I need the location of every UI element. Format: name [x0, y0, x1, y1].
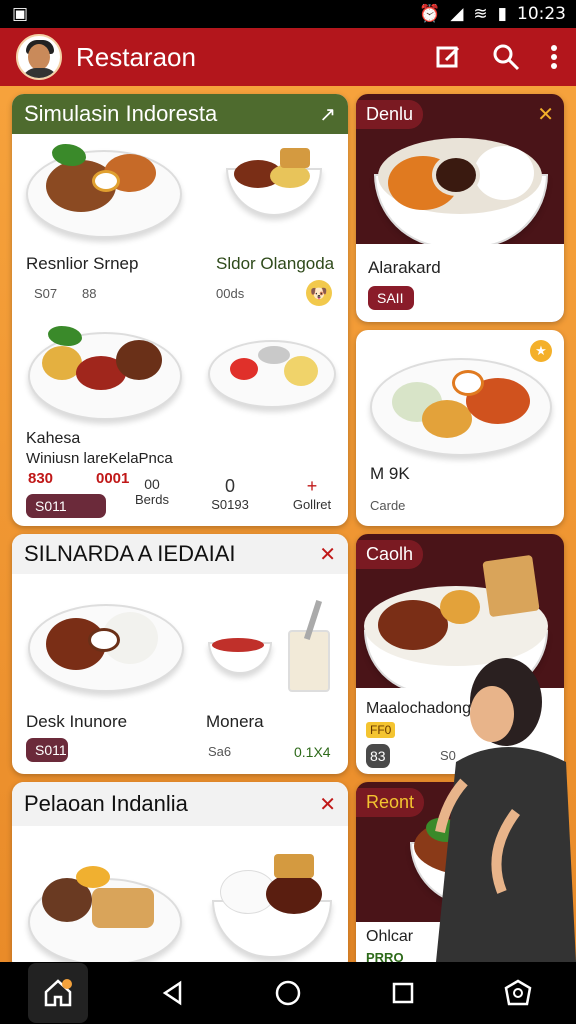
back-button[interactable] [143, 963, 203, 1023]
home-button[interactable] [27, 963, 88, 1023]
app-title: Restaraon [76, 41, 196, 72]
item-label: Winiusn lareKelaPnca [26, 450, 173, 467]
action-berds[interactable]: 00 Berds [132, 476, 172, 507]
bottom-navigation [0, 962, 576, 1024]
gallery-notification-icon: ▣ [12, 4, 29, 24]
item-name[interactable]: Ohlcar [366, 928, 413, 946]
circle-home-icon [275, 980, 301, 1006]
signal-icon: ◢ [450, 4, 464, 24]
item-sub: Sa6 [208, 744, 232, 759]
item-sub: PRRO [366, 950, 404, 962]
price-pill[interactable]: SAII [368, 286, 414, 310]
close-icon[interactable]: ✕ [319, 792, 336, 817]
spring-roll-image [482, 554, 540, 618]
alarm-icon: ⏰ [419, 4, 441, 24]
item-price: 0001 [96, 470, 130, 487]
wifi-icon: ≋ [473, 4, 488, 24]
app-bar: Restaraon [0, 28, 576, 86]
assistant-button[interactable] [488, 963, 548, 1023]
price-pill[interactable]: S011 [26, 494, 106, 518]
item-price: 830 [28, 470, 54, 487]
item-name[interactable]: Alarakard [368, 258, 441, 278]
card-title: Simulasin Indoresta [24, 101, 218, 126]
card-header: Simulasin Indoresta ↗ [12, 94, 348, 134]
item-name[interactable]: Sldor Olangoda [216, 254, 334, 274]
assistant-icon [504, 979, 532, 1006]
item-name[interactable]: Resnlior Srnep [26, 254, 138, 274]
recents-button[interactable] [373, 963, 433, 1023]
more-vert-icon[interactable] [550, 44, 558, 70]
star-badge-icon[interactable]: ★ [530, 340, 552, 362]
status-bar: ▣ ⏰ ◢ ≋ ▮ 10:23 [0, 0, 576, 28]
card-tag: Caolh [356, 540, 424, 569]
card-header: Pelaoan Indanlia ✕ [12, 782, 348, 826]
close-icon[interactable]: ✕ [319, 542, 336, 567]
recents-icon [392, 982, 414, 1004]
status-time: 10:23 [517, 4, 566, 24]
home-circle-button[interactable] [258, 963, 318, 1023]
content-grid: Simulasin Indoresta ↗ Resnlior Srnep S07… [0, 86, 576, 962]
battery-icon: ▮ [497, 4, 507, 24]
card-pelaoan[interactable]: Pelaoan Indanlia ✕ [12, 782, 348, 962]
card-title: SILNARDA A IEDAIAI [24, 541, 236, 566]
edit-icon[interactable] [436, 44, 462, 70]
action-s0193[interactable]: 0 S0193 [208, 476, 252, 512]
card-m9k[interactable]: ★ M 9K Carde [356, 330, 564, 526]
item-meta: 00ds [216, 286, 245, 301]
rating-badge: FF0 [366, 722, 396, 738]
card-tag: Denlu [356, 100, 424, 129]
card-silnarda[interactable]: SILNARDA A IEDAIAI ✕ Desk Inunore S011 M… [12, 534, 348, 774]
back-icon [162, 980, 182, 1006]
expand-icon[interactable]: ↗ [319, 102, 336, 127]
item-name[interactable]: Monera [206, 712, 264, 732]
item-price: 0.1X4 [294, 744, 331, 760]
avatar[interactable] [16, 34, 62, 80]
item-name[interactable]: Desk Inunore [26, 712, 127, 732]
item-name[interactable]: M 9K [370, 464, 410, 484]
action-gollret[interactable]: + Gollret [288, 476, 336, 512]
card-simulasin[interactable]: Simulasin Indoresta ↗ Resnlior Srnep S07… [12, 94, 348, 526]
item-meta: 88 [82, 286, 97, 301]
item-sub: Carde [370, 498, 406, 513]
fullscreen-icon[interactable]: ✕ [537, 102, 554, 127]
card-header: SILNARDA A IEDAIAI ✕ [12, 534, 348, 574]
price-pill[interactable]: S011 [26, 738, 68, 762]
person-illustration [435, 658, 576, 962]
card-denlu[interactable]: Denlu ✕ Alarakard SAII [356, 94, 564, 322]
dog-icon[interactable]: 🐶 [306, 280, 332, 306]
card-tag: Reont [356, 788, 425, 817]
home-icon [44, 979, 72, 1007]
search-icon[interactable] [492, 43, 520, 71]
item-label: Kahesa [26, 430, 81, 447]
price-pill[interactable]: 83 [366, 744, 390, 768]
card-title: Pelaoan Indanlia [24, 791, 188, 816]
item-meta: S07 [34, 286, 58, 301]
